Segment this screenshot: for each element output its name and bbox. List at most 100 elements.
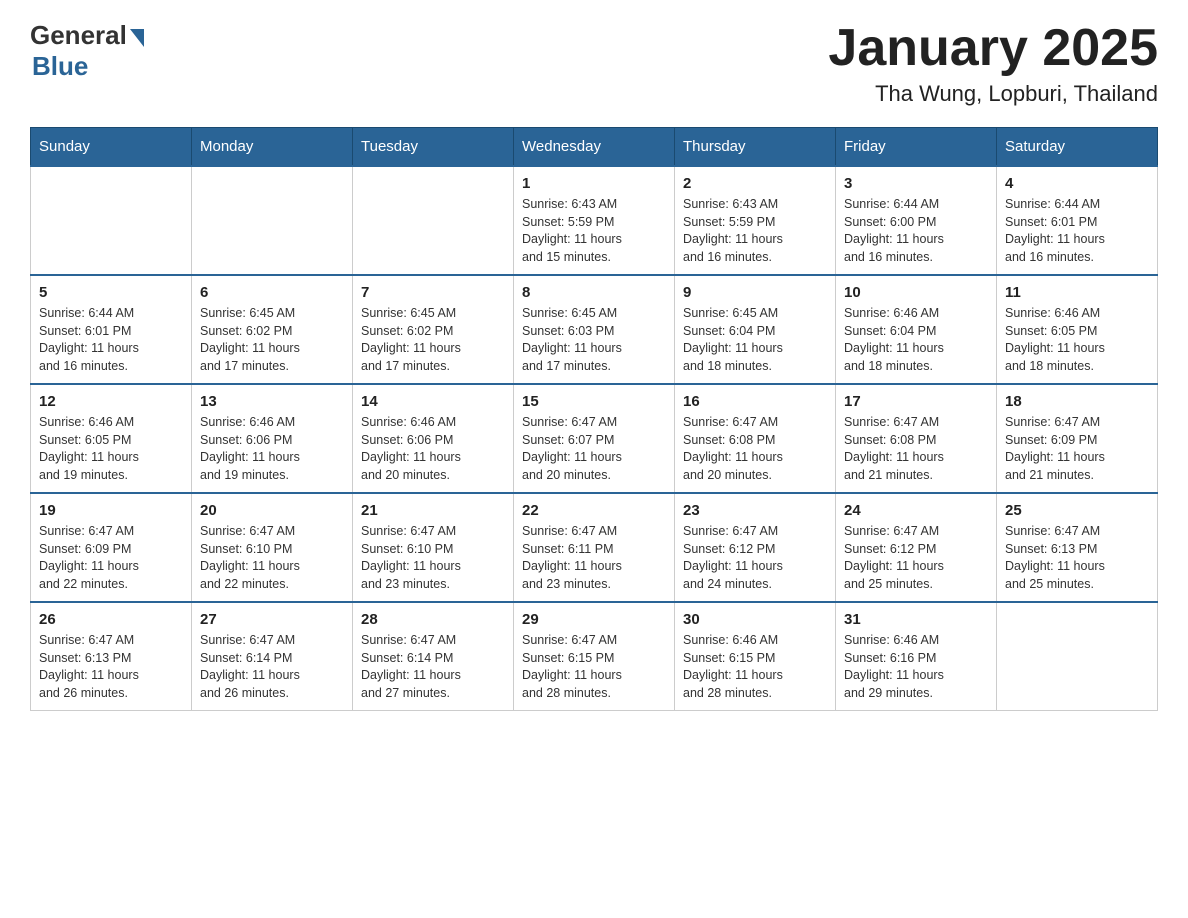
day-info: Sunrise: 6:43 AM Sunset: 5:59 PM Dayligh… <box>683 196 827 266</box>
day-info: Sunrise: 6:44 AM Sunset: 6:00 PM Dayligh… <box>844 196 988 266</box>
day-number: 19 <box>39 502 183 519</box>
logo: General Blue <box>30 20 144 82</box>
day-info: Sunrise: 6:46 AM Sunset: 6:04 PM Dayligh… <box>844 305 988 375</box>
calendar-cell <box>353 166 514 275</box>
calendar-cell: 14Sunrise: 6:46 AM Sunset: 6:06 PM Dayli… <box>353 384 514 493</box>
calendar-cell: 8 Sunrise: 6:45 AM Sunset: 6:03 PM Daylig… <box>514 275 675 384</box>
calendar-header-friday: Friday <box>836 128 997 167</box>
calendar-cell: 4 Sunrise: 6:44 AM Sunset: 6:01 PM Daylig… <box>997 166 1158 275</box>
day-number: 1 <box>522 175 666 192</box>
day-info: Sunrise: 6:47 AM Sunset: 6:09 PM Dayligh… <box>39 523 183 593</box>
day-number: 13 <box>200 393 344 410</box>
calendar-header-row: SundayMondayTuesdayWednesdayThursdayFrid… <box>31 128 1158 167</box>
day-number: 8 <box>522 284 666 301</box>
day-number: 14 <box>361 393 505 410</box>
day-info: Sunrise: 6:47 AM Sunset: 6:10 PM Dayligh… <box>200 523 344 593</box>
day-number: 20 <box>200 502 344 519</box>
day-info: Sunrise: 6:45 AM Sunset: 6:04 PM Dayligh… <box>683 305 827 375</box>
calendar-cell: 3 Sunrise: 6:44 AM Sunset: 6:00 PM Daylig… <box>836 166 997 275</box>
calendar-header-sunday: Sunday <box>31 128 192 167</box>
day-number: 24 <box>844 502 988 519</box>
calendar-cell: 10 Sunrise: 6:46 AM Sunset: 6:04 PM Dayli… <box>836 275 997 384</box>
day-info: Sunrise: 6:47 AM Sunset: 6:08 PM Dayligh… <box>844 414 988 484</box>
logo-arrow-icon <box>130 29 144 47</box>
location-text: Tha Wung, Lopburi, Thailand <box>828 81 1158 107</box>
logo-general-text: General <box>30 20 127 51</box>
calendar-cell: 21Sunrise: 6:47 AM Sunset: 6:10 PM Dayli… <box>353 493 514 602</box>
calendar-header-monday: Monday <box>192 128 353 167</box>
calendar-cell: 26Sunrise: 6:47 AM Sunset: 6:13 PM Dayli… <box>31 602 192 711</box>
day-info: Sunrise: 6:47 AM Sunset: 6:14 PM Dayligh… <box>361 632 505 702</box>
day-info: Sunrise: 6:47 AM Sunset: 6:12 PM Dayligh… <box>844 523 988 593</box>
calendar-week-row: 5Sunrise: 6:44 AM Sunset: 6:01 PM Daylig… <box>31 275 1158 384</box>
day-info: Sunrise: 6:47 AM Sunset: 6:13 PM Dayligh… <box>1005 523 1149 593</box>
day-number: 10 <box>844 284 988 301</box>
calendar-cell: 17 Sunrise: 6:47 AM Sunset: 6:08 PM Dayli… <box>836 384 997 493</box>
month-title: January 2025 <box>828 20 1158 77</box>
calendar-cell: 22 Sunrise: 6:47 AM Sunset: 6:11 PM Dayli… <box>514 493 675 602</box>
day-info: Sunrise: 6:45 AM Sunset: 6:02 PM Dayligh… <box>200 305 344 375</box>
day-number: 22 <box>522 502 666 519</box>
day-info: Sunrise: 6:44 AM Sunset: 6:01 PM Dayligh… <box>1005 196 1149 266</box>
calendar-cell: 12Sunrise: 6:46 AM Sunset: 6:05 PM Dayli… <box>31 384 192 493</box>
calendar-cell: 24 Sunrise: 6:47 AM Sunset: 6:12 PM Dayli… <box>836 493 997 602</box>
calendar-cell: 28Sunrise: 6:47 AM Sunset: 6:14 PM Dayli… <box>353 602 514 711</box>
day-info: Sunrise: 6:47 AM Sunset: 6:09 PM Dayligh… <box>1005 414 1149 484</box>
calendar-cell <box>192 166 353 275</box>
calendar-header-wednesday: Wednesday <box>514 128 675 167</box>
calendar-header-thursday: Thursday <box>675 128 836 167</box>
day-number: 2 <box>683 175 827 192</box>
logo-blue-text: Blue <box>32 51 88 82</box>
calendar-week-row: 12Sunrise: 6:46 AM Sunset: 6:05 PM Dayli… <box>31 384 1158 493</box>
day-number: 6 <box>200 284 344 301</box>
calendar-cell: 11Sunrise: 6:46 AM Sunset: 6:05 PM Dayli… <box>997 275 1158 384</box>
calendar-cell: 19 Sunrise: 6:47 AM Sunset: 6:09 PM Dayli… <box>31 493 192 602</box>
day-info: Sunrise: 6:47 AM Sunset: 6:10 PM Dayligh… <box>361 523 505 593</box>
calendar-cell <box>997 602 1158 711</box>
calendar-cell: 1 Sunrise: 6:43 AM Sunset: 5:59 PM Daylig… <box>514 166 675 275</box>
calendar-week-row: 26Sunrise: 6:47 AM Sunset: 6:13 PM Dayli… <box>31 602 1158 711</box>
day-info: Sunrise: 6:43 AM Sunset: 5:59 PM Dayligh… <box>522 196 666 266</box>
day-info: Sunrise: 6:47 AM Sunset: 6:11 PM Dayligh… <box>522 523 666 593</box>
calendar-week-row: 1 Sunrise: 6:43 AM Sunset: 5:59 PM Daylig… <box>31 166 1158 275</box>
calendar-cell <box>31 166 192 275</box>
day-number: 31 <box>844 611 988 628</box>
day-number: 26 <box>39 611 183 628</box>
calendar-cell: 20 Sunrise: 6:47 AM Sunset: 6:10 PM Dayli… <box>192 493 353 602</box>
day-number: 9 <box>683 284 827 301</box>
day-number: 3 <box>844 175 988 192</box>
day-number: 15 <box>522 393 666 410</box>
calendar-cell: 30Sunrise: 6:46 AM Sunset: 6:15 PM Dayli… <box>675 602 836 711</box>
day-number: 4 <box>1005 175 1149 192</box>
calendar-cell: 7 Sunrise: 6:45 AM Sunset: 6:02 PM Daylig… <box>353 275 514 384</box>
day-info: Sunrise: 6:47 AM Sunset: 6:07 PM Dayligh… <box>522 414 666 484</box>
calendar-header-saturday: Saturday <box>997 128 1158 167</box>
day-info: Sunrise: 6:46 AM Sunset: 6:16 PM Dayligh… <box>844 632 988 702</box>
calendar-header-tuesday: Tuesday <box>353 128 514 167</box>
calendar-cell: 23Sunrise: 6:47 AM Sunset: 6:12 PM Dayli… <box>675 493 836 602</box>
day-info: Sunrise: 6:47 AM Sunset: 6:14 PM Dayligh… <box>200 632 344 702</box>
calendar-cell: 18Sunrise: 6:47 AM Sunset: 6:09 PM Dayli… <box>997 384 1158 493</box>
title-area: January 2025 Tha Wung, Lopburi, Thailand <box>828 20 1158 107</box>
day-info: Sunrise: 6:45 AM Sunset: 6:02 PM Dayligh… <box>361 305 505 375</box>
calendar-cell: 15 Sunrise: 6:47 AM Sunset: 6:07 PM Dayli… <box>514 384 675 493</box>
day-number: 17 <box>844 393 988 410</box>
day-number: 12 <box>39 393 183 410</box>
day-info: Sunrise: 6:46 AM Sunset: 6:06 PM Dayligh… <box>200 414 344 484</box>
calendar-cell: 31 Sunrise: 6:46 AM Sunset: 6:16 PM Dayli… <box>836 602 997 711</box>
day-info: Sunrise: 6:47 AM Sunset: 6:08 PM Dayligh… <box>683 414 827 484</box>
day-number: 16 <box>683 393 827 410</box>
calendar-cell: 16 Sunrise: 6:47 AM Sunset: 6:08 PM Dayli… <box>675 384 836 493</box>
calendar-cell: 5Sunrise: 6:44 AM Sunset: 6:01 PM Daylig… <box>31 275 192 384</box>
day-number: 29 <box>522 611 666 628</box>
day-info: Sunrise: 6:46 AM Sunset: 6:15 PM Dayligh… <box>683 632 827 702</box>
day-info: Sunrise: 6:46 AM Sunset: 6:05 PM Dayligh… <box>1005 305 1149 375</box>
calendar-cell: 2 Sunrise: 6:43 AM Sunset: 5:59 PM Daylig… <box>675 166 836 275</box>
day-info: Sunrise: 6:47 AM Sunset: 6:15 PM Dayligh… <box>522 632 666 702</box>
day-number: 23 <box>683 502 827 519</box>
calendar-week-row: 19 Sunrise: 6:47 AM Sunset: 6:09 PM Dayli… <box>31 493 1158 602</box>
calendar-table: SundayMondayTuesdayWednesdayThursdayFrid… <box>30 127 1158 711</box>
day-info: Sunrise: 6:45 AM Sunset: 6:03 PM Dayligh… <box>522 305 666 375</box>
day-number: 27 <box>200 611 344 628</box>
day-number: 7 <box>361 284 505 301</box>
